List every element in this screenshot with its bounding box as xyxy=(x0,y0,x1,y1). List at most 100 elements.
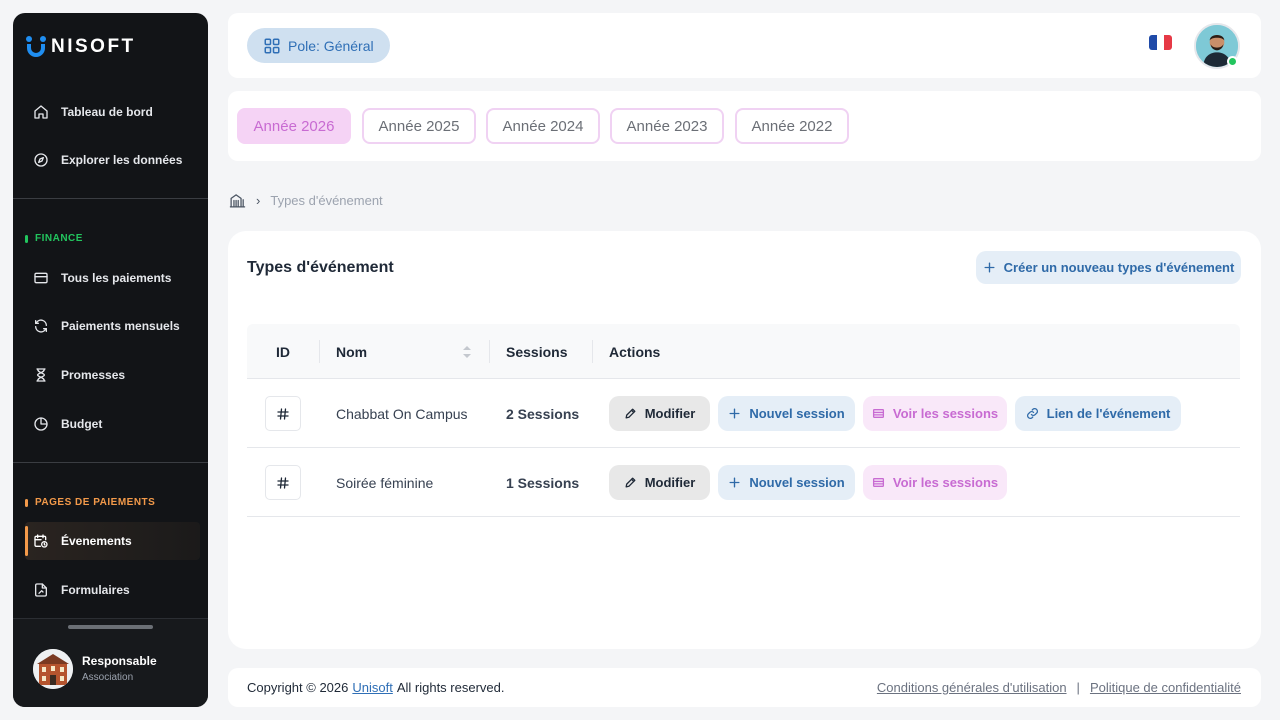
year-tab-2026[interactable]: Année 2026 xyxy=(237,108,351,144)
form-icon xyxy=(35,583,47,597)
column-separator xyxy=(592,340,593,363)
table-row: Soirée féminine 1 Sessions Modifier Nouv… xyxy=(247,448,1240,517)
list-table-icon xyxy=(872,409,884,418)
sort-icon[interactable] xyxy=(462,344,472,360)
privacy-link[interactable]: Politique de confidentialité xyxy=(1090,680,1241,695)
sidebar-item-all-payments[interactable]: Tous les paiements xyxy=(25,259,200,297)
session-count: 2 Sessions xyxy=(506,405,580,422)
year-tab-2023[interactable]: Année 2023 xyxy=(610,108,724,144)
event-link-button[interactable]: Lien de l'événement xyxy=(1015,396,1181,431)
logo[interactable]: NISOFT xyxy=(25,35,136,59)
hash-icon xyxy=(277,407,289,420)
terms-link[interactable]: Conditions générales d'utilisation xyxy=(877,680,1067,695)
create-event-type-button[interactable]: Créer un nouveau types d'événement xyxy=(976,251,1241,284)
section-title: FINANCE xyxy=(35,233,83,244)
link-icon xyxy=(1026,408,1038,419)
language-flag-fr-icon[interactable] xyxy=(1149,35,1172,50)
user-role: Association xyxy=(82,672,134,683)
year-tab-2025[interactable]: Année 2025 xyxy=(362,108,476,144)
user-name: Responsable xyxy=(82,654,157,668)
plus-icon xyxy=(729,408,740,419)
new-session-label: Nouvel session xyxy=(749,406,845,421)
sidebar-item-label: Paiements mensuels xyxy=(61,319,180,333)
sidebar-item-label: Tableau de bord xyxy=(61,105,153,119)
view-sessions-button[interactable]: Voir les sessions xyxy=(863,465,1007,500)
edit-button[interactable]: Modifier xyxy=(609,465,710,500)
sidebar-item-monthly-payments[interactable]: Paiements mensuels xyxy=(25,307,200,345)
pencil-icon xyxy=(625,477,636,488)
event-type-name: Soirée féminine xyxy=(336,474,434,491)
section-title: PAGES DE PAIEMENTS xyxy=(35,497,156,508)
column-header-name[interactable]: Nom xyxy=(336,324,367,379)
list-table-icon xyxy=(872,478,884,487)
breadcrumb-current: Types d'événement xyxy=(270,193,383,208)
year-filter-bar: Année 2026 Année 2025 Année 2024 Année 2… xyxy=(228,91,1261,161)
edit-button[interactable]: Modifier xyxy=(609,396,710,431)
breadcrumb: › Types d'événement xyxy=(229,192,383,209)
column-header-sessions: Sessions xyxy=(506,343,568,360)
top-bar: Pole: Général xyxy=(228,13,1261,78)
sidebar-item-explore[interactable]: Explorer les données xyxy=(25,141,200,179)
building-icon xyxy=(33,649,73,689)
sidebar-item-forms[interactable]: Formulaires xyxy=(25,571,200,609)
column-separator xyxy=(489,340,490,363)
section-marker xyxy=(25,234,28,243)
user-profile[interactable]: Responsable Association xyxy=(13,618,208,707)
pole-selector[interactable]: Pole: Général xyxy=(247,28,390,63)
new-session-label: Nouvel session xyxy=(749,475,845,490)
sidebar-item-label: Formulaires xyxy=(61,583,130,597)
plus-icon xyxy=(729,477,740,488)
column-header-id: ID xyxy=(276,343,290,360)
event-link-label: Lien de l'événement xyxy=(1046,406,1171,421)
sidebar-divider xyxy=(13,462,208,463)
sidebar-item-budget[interactable]: Budget xyxy=(25,405,200,443)
column-separator xyxy=(319,340,320,363)
breadcrumb-separator: › xyxy=(256,193,261,208)
company-link[interactable]: Unisoft xyxy=(352,680,392,695)
unisoft-logo-icon xyxy=(26,36,46,57)
new-session-button[interactable]: Nouvel session xyxy=(718,465,855,500)
create-button-label: Créer un nouveau types d'événement xyxy=(1003,260,1235,275)
section-marker xyxy=(25,498,28,507)
column-header-actions: Actions xyxy=(609,343,661,360)
new-session-button[interactable]: Nouvel session xyxy=(718,396,855,431)
hourglass-icon xyxy=(36,368,46,382)
compass-icon xyxy=(34,153,48,167)
copyright: Copyright © 2026 Unisoft All rights rese… xyxy=(247,668,504,707)
building-home-icon[interactable] xyxy=(229,192,246,209)
sidebar-item-label: Évenements xyxy=(61,534,132,548)
session-count: 1 Sessions xyxy=(506,474,580,491)
brand-name: NISOFT xyxy=(51,36,136,57)
pole-label: Pole: Général xyxy=(288,37,374,54)
grid-icon xyxy=(264,38,280,53)
copyright-prefix: Copyright © 2026 xyxy=(247,680,349,695)
id-badge xyxy=(265,396,301,431)
year-tab-2024[interactable]: Année 2024 xyxy=(486,108,600,144)
event-types-card: Types d'événement Créer un nouveau types… xyxy=(228,231,1261,649)
online-status-indicator xyxy=(1227,56,1238,67)
edit-label: Modifier xyxy=(644,475,696,490)
footer: Copyright © 2026 Unisoft All rights rese… xyxy=(228,668,1261,707)
sidebar-item-label: Tous les paiements xyxy=(61,271,172,285)
user-avatar xyxy=(33,649,73,689)
legal-links: Conditions générales d'utilisation | Pol… xyxy=(877,668,1241,707)
pie-chart-icon xyxy=(34,417,48,431)
sidebar-scrollbar[interactable] xyxy=(68,625,153,629)
footer-separator: | xyxy=(1076,680,1080,695)
calendar-clock-icon xyxy=(34,534,48,548)
sidebar-item-events[interactable]: Évenements xyxy=(25,522,200,560)
hash-icon xyxy=(277,476,289,489)
event-types-table: ID Nom Sessions Actions Chabbat On Campu… xyxy=(247,324,1240,517)
plus-icon xyxy=(984,262,995,273)
year-tab-2022[interactable]: Année 2022 xyxy=(735,108,849,144)
sidebar-item-dashboard[interactable]: Tableau de bord xyxy=(25,93,200,131)
home-icon xyxy=(34,105,48,119)
credit-card-icon xyxy=(34,272,48,284)
table-row: Chabbat On Campus 2 Sessions Modifier No… xyxy=(247,379,1240,448)
view-sessions-label: Voir les sessions xyxy=(892,475,999,490)
sidebar-item-label: Budget xyxy=(61,417,103,431)
sidebar-item-promises[interactable]: Promesses xyxy=(25,356,200,394)
copyright-suffix: All rights reserved. xyxy=(396,680,505,695)
sidebar-item-label: Explorer les données xyxy=(61,153,183,167)
view-sessions-button[interactable]: Voir les sessions xyxy=(863,396,1007,431)
